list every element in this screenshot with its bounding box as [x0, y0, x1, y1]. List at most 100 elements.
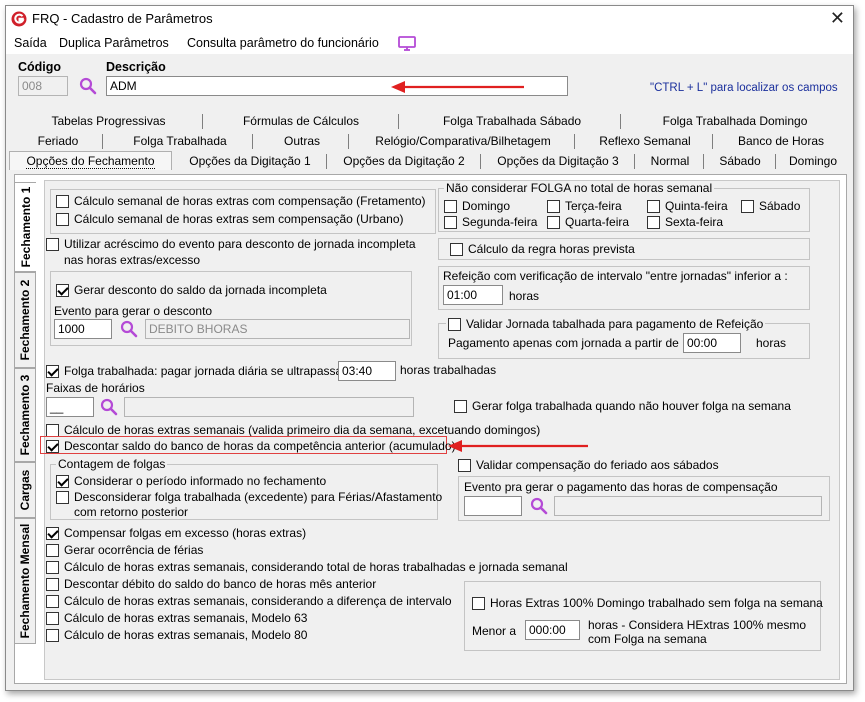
vtab-fechamento-mensal[interactable]: Fechamento Mensal: [14, 518, 36, 644]
menu-consulta-parametro[interactable]: Consulta parâmetro do funcionário: [187, 36, 379, 50]
desconsiderar-folga-option[interactable]: Desconsiderar folga trabalhada (excedent…: [56, 490, 442, 519]
tab-opcoes-digitacao-1[interactable]: Opções da Digitação 1: [176, 152, 324, 171]
regra-prevista-checkbox[interactable]: [450, 243, 463, 256]
tab-domingo[interactable]: Domingo: [779, 152, 847, 171]
regra-prevista-option[interactable]: Cálculo da regra horas prevista: [450, 242, 635, 256]
folga-trabalhada-checkbox[interactable]: [46, 365, 59, 378]
gerar-folga-checkbox[interactable]: [454, 400, 467, 413]
folga-domingo[interactable]: Domingo: [444, 199, 510, 213]
fretamento-option[interactable]: Cálculo semanal de horas extras com comp…: [56, 194, 426, 208]
menor-a-label: Menor a: [472, 624, 517, 638]
tab-opcoes-digitacao-2[interactable]: Opções da Digitação 2: [330, 152, 478, 171]
urbano-option[interactable]: Cálculo semanal de horas extras sem comp…: [56, 212, 404, 226]
evento-compensacao-code[interactable]: [464, 496, 522, 516]
calc-diferenca-option[interactable]: Cálculo de horas extras semanais, consid…: [46, 594, 452, 608]
quinta-checkbox[interactable]: [647, 200, 660, 213]
tab-sabado[interactable]: Sábado: [707, 152, 773, 171]
compensar-option[interactable]: Compensar folgas em excesso (horas extra…: [46, 526, 306, 540]
descontar-debito-checkbox[interactable]: [46, 578, 59, 591]
acrescimo-option[interactable]: Utilizar acréscimo do evento para descon…: [46, 237, 416, 267]
gerar-folga-option[interactable]: Gerar folga trabalhada quando não houver…: [454, 399, 791, 413]
folga-sexta[interactable]: Sexta-feira: [647, 215, 723, 229]
gerar-desconto-option[interactable]: Gerar desconto do saldo da jornada incom…: [56, 283, 327, 297]
acrescimo-checkbox[interactable]: [46, 238, 59, 251]
evento-desconto-code[interactable]: 1000: [54, 319, 112, 339]
gerar-desconto-checkbox[interactable]: [56, 284, 69, 297]
considerar-periodo-checkbox[interactable]: [56, 475, 69, 488]
modelo80-option[interactable]: Cálculo de horas extras semanais, Modelo…: [46, 628, 307, 642]
folga-sabado[interactable]: Sábado: [741, 199, 800, 213]
terca-checkbox[interactable]: [547, 200, 560, 213]
tab-folga-trabalhada[interactable]: Folga Trabalhada: [106, 132, 254, 151]
refeicao-input[interactable]: 01:00: [443, 285, 503, 305]
calc-semanais-option[interactable]: Cálculo de horas extras semanais (valida…: [46, 423, 540, 437]
close-button[interactable]: ✕: [830, 8, 845, 28]
tab-outras[interactable]: Outras: [256, 132, 348, 151]
fretamento-checkbox[interactable]: [56, 195, 69, 208]
calc-total-checkbox[interactable]: [46, 561, 59, 574]
search-icon[interactable]: [530, 497, 548, 515]
vtab-fechamento-2[interactable]: Fechamento 2: [14, 272, 36, 368]
tab-opcoes-digitacao-3[interactable]: Opções da Digitação 3: [484, 152, 632, 171]
folga-segunda[interactable]: Segunda-feira: [444, 215, 537, 229]
considerar-periodo-option[interactable]: Considerar o período informado no fecham…: [56, 474, 326, 488]
ocorrencia-ferias-option[interactable]: Gerar ocorrência de férias: [46, 543, 203, 557]
compensar-checkbox[interactable]: [46, 527, 59, 540]
vtab-cargas[interactable]: Cargas: [14, 462, 36, 518]
modelo80-checkbox[interactable]: [46, 629, 59, 642]
he100-checkbox[interactable]: [472, 597, 485, 610]
menu-saida[interactable]: Saída: [14, 36, 47, 50]
segunda-checkbox[interactable]: [444, 216, 457, 229]
faixas-input[interactable]: __: [46, 397, 94, 417]
tab-reflexo-semanal[interactable]: Reflexo Semanal: [578, 132, 712, 151]
menu-duplica-parametros[interactable]: Duplica Parâmetros: [59, 36, 169, 50]
tab-feriado[interactable]: Feriado: [32, 132, 84, 151]
he100-option[interactable]: Horas Extras 100% Domingo trabalhado sem…: [472, 596, 823, 610]
quarta-checkbox[interactable]: [547, 216, 560, 229]
horas-trabalhadas-label: horas trabalhadas: [400, 363, 497, 377]
faixas-desc: [124, 397, 414, 417]
tab-relogio-comparativa[interactable]: Relógio/Comparativa/Bilhetagem: [352, 132, 574, 151]
descontar-saldo-option[interactable]: Descontar saldo do banco de horas da com…: [46, 439, 456, 453]
validar-jornada-input[interactable]: 00:00: [683, 333, 741, 353]
search-icon[interactable]: [120, 320, 138, 338]
descontar-debito-option[interactable]: Descontar débito do saldo do banco de ho…: [46, 577, 376, 591]
urbano-checkbox[interactable]: [56, 213, 69, 226]
calc-total-option[interactable]: Cálculo de horas extras semanais, consid…: [46, 560, 568, 574]
domingo-checkbox[interactable]: [444, 200, 457, 213]
modelo63-option[interactable]: Cálculo de horas extras semanais, Modelo…: [46, 611, 307, 625]
descontar-saldo-checkbox[interactable]: [46, 440, 59, 453]
search-icon[interactable]: [100, 398, 118, 416]
tab-banco-horas[interactable]: Banco de Horas: [716, 132, 846, 151]
validar-feriado-checkbox[interactable]: [458, 459, 471, 472]
he100-input[interactable]: 000:00: [525, 620, 580, 640]
he100-desc-2: com Folga na semana: [588, 632, 707, 646]
folga-quarta[interactable]: Quarta-feira: [547, 215, 629, 229]
folga-trabalhada-horas[interactable]: 03:40: [338, 361, 396, 381]
calc-diferenca-checkbox[interactable]: [46, 595, 59, 608]
vtab-fechamento-3[interactable]: Fechamento 3: [14, 368, 36, 462]
folga-quinta[interactable]: Quinta-feira: [647, 199, 728, 213]
search-icon[interactable]: [79, 77, 97, 95]
monitor-icon[interactable]: [398, 36, 416, 51]
nao-considerar-folga-title: Não considerar FOLGA no total de horas s…: [444, 181, 715, 195]
sabado-checkbox[interactable]: [741, 200, 754, 213]
ctrl-l-hint: "CTRL + L" para localizar os campos: [650, 82, 838, 94]
validar-jornada-option[interactable]: Validar Jornada tabalhada para pagamento…: [446, 317, 766, 331]
tab-folga-trabalhada-domingo[interactable]: Folga Trabalhada Domingo: [624, 112, 846, 131]
tab-formulas-calculos[interactable]: Fórmulas de Cálculos: [206, 112, 396, 131]
ocorrencia-ferias-checkbox[interactable]: [46, 544, 59, 557]
folga-trabalhada-option[interactable]: Folga trabalhada: pagar jornada diária s…: [46, 364, 346, 378]
sexta-checkbox[interactable]: [647, 216, 660, 229]
codigo-input[interactable]: 008: [18, 76, 68, 96]
vtab-fechamento-1[interactable]: Fechamento 1: [14, 182, 36, 272]
tab-tabelas-progressivas[interactable]: Tabelas Progressivas: [46, 112, 171, 131]
tab-opcoes-fechamento[interactable]: Opções do Fechamento: [9, 151, 172, 170]
tab-folga-trabalhada-sabado[interactable]: Folga Trabalhada Sábado: [402, 112, 622, 131]
modelo63-checkbox[interactable]: [46, 612, 59, 625]
folga-terca[interactable]: Terça-feira: [547, 199, 622, 213]
tab-normal[interactable]: Normal: [638, 152, 702, 171]
validar-jornada-checkbox[interactable]: [448, 318, 461, 331]
desconsiderar-folga-checkbox[interactable]: [56, 491, 69, 504]
validar-feriado-option[interactable]: Validar compensação do feriado aos sábad…: [458, 458, 719, 472]
